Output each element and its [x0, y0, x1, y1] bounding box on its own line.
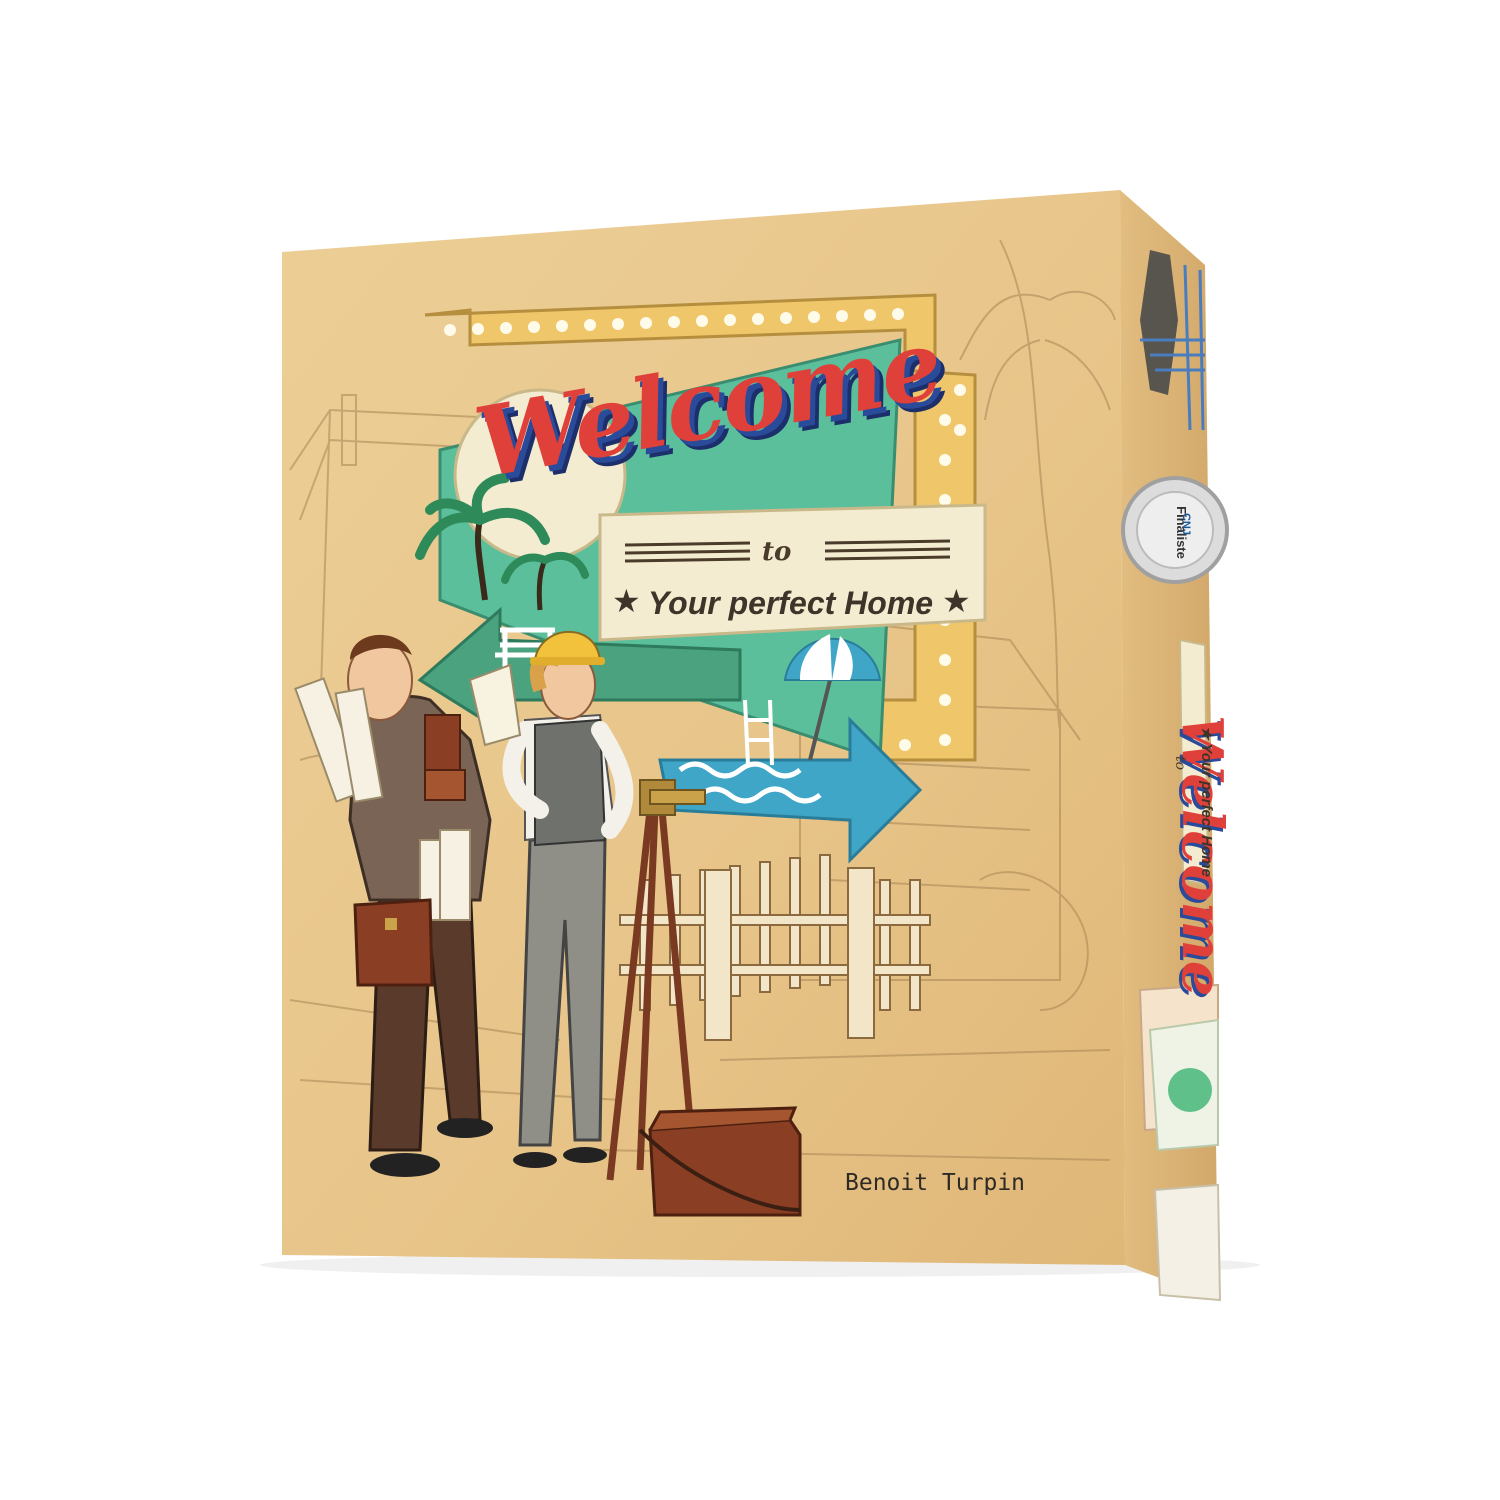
game-box: Welcome to ★ Your perfect Home ★ Benoit …: [0, 0, 1500, 1500]
wooden-crate: [638, 1106, 802, 1217]
award-seal: [1121, 476, 1229, 584]
side-label: [1178, 638, 1210, 887]
box-illustration: [260, 190, 1260, 1302]
